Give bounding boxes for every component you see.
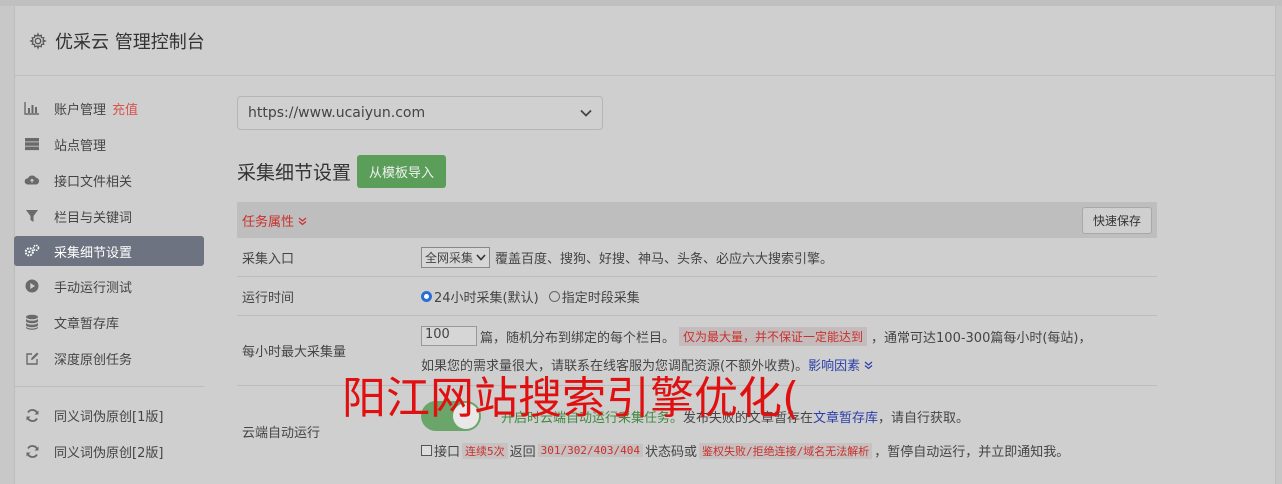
sidebar-item-label: 站点管理 bbox=[54, 138, 107, 154]
section-title: 采集细节设置 bbox=[237, 162, 352, 184]
sidebar-item-label: 手动运行测试 bbox=[54, 280, 133, 296]
chevron-double-down-icon bbox=[864, 361, 873, 370]
radio-24h[interactable] bbox=[421, 290, 432, 302]
table-row: 采集入口 全网采集 覆盖百度、搜狗、好搜、神马、头条、必应六大搜索引擎。 bbox=[237, 238, 1157, 277]
sidebar-item-collect-settings[interactable]: 采集细节设置 bbox=[14, 236, 204, 266]
sidebar-item-label: 文章暂存库 bbox=[54, 316, 120, 332]
table-header: 任务属性 快速保存 bbox=[237, 202, 1157, 238]
scrollbar[interactable] bbox=[1276, 6, 1282, 484]
row-value: 24小时采集(默认) 指定时段采集 bbox=[421, 277, 1157, 315]
cogs-icon bbox=[24, 243, 40, 259]
sidebar-item-manual-test[interactable]: 手动运行测试 bbox=[14, 268, 204, 304]
row-label: 运行时间 bbox=[242, 290, 295, 306]
gear-icon bbox=[29, 31, 47, 50]
max-desc-2: ，通常可达100-300篇每小时(每站)， bbox=[871, 330, 1092, 346]
chevron-down-icon bbox=[476, 253, 486, 261]
sidebar-item-synonym-v2[interactable]: 同义词伪原创[2版] bbox=[14, 433, 204, 469]
sidebar-item-deep-original[interactable]: 深度原创任务 bbox=[14, 340, 204, 376]
max-desc-1: 篇，随机分布到绑定的每个栏目。 bbox=[480, 330, 676, 346]
sidebar: 账户管理 充值 站点管理 接口文件相关 栏目与关键词 采集细节设置 手动运行测试 bbox=[14, 90, 204, 469]
interface-checkbox[interactable] bbox=[421, 445, 432, 456]
task-attributes-label: 任务属性 bbox=[242, 214, 295, 230]
import-template-button[interactable]: 从模板导入 bbox=[357, 155, 447, 188]
sidebar-item-label: 同义词伪原创[2版] bbox=[54, 445, 164, 461]
row-label: 采集入口 bbox=[242, 251, 295, 267]
radio-scheduled-label: 指定时段采集 bbox=[561, 290, 640, 306]
sidebar-item-label: 采集细节设置 bbox=[54, 245, 133, 261]
interface-checkbox-label: 接口 bbox=[434, 445, 461, 460]
cloud-icon bbox=[24, 172, 40, 188]
chevron-double-down-icon bbox=[298, 215, 307, 230]
sidebar-item-label: 接口文件相关 bbox=[54, 174, 133, 190]
overlay-watermark-text: 阳江网站搜索引擎优化( bbox=[342, 373, 800, 424]
influence-factors-label: 影响因素 bbox=[808, 359, 861, 374]
cloud-desc-5: ，暂停自动运行，并立即通知我。 bbox=[874, 445, 1070, 460]
influence-factors-link[interactable]: 影响因素 bbox=[808, 355, 873, 374]
sidebar-item-label: 深度原创任务 bbox=[54, 352, 133, 368]
page-title: 优采云 管理控制台 bbox=[55, 31, 205, 53]
cloud-desc-4: 状态码或 bbox=[645, 445, 698, 460]
article-store-link[interactable]: 文章暂存库 bbox=[813, 407, 878, 426]
radio-scheduled[interactable] bbox=[548, 290, 560, 302]
sidebar-item-sites[interactable]: 站点管理 bbox=[14, 126, 204, 162]
sidebar-item-article-store[interactable]: 文章暂存库 bbox=[14, 304, 204, 340]
sidebar-item-interface[interactable]: 接口文件相关 bbox=[14, 162, 204, 198]
section-header: 采集细节设置 从模板导入 bbox=[237, 155, 1157, 188]
sidebar-divider bbox=[14, 386, 204, 387]
row-value: 全网采集 覆盖百度、搜狗、好搜、神马、头条、必应六大搜索引擎。 bbox=[421, 238, 1157, 276]
recharge-link[interactable]: 充值 bbox=[112, 99, 138, 118]
max-warning-tag: 仅为最大量，并不保证一定能达到 bbox=[679, 326, 868, 346]
site-select-value: https://www.ucaiyun.com bbox=[248, 105, 426, 121]
max-per-hour-input[interactable]: 100 bbox=[421, 326, 477, 346]
table-row: 运行时间 24小时采集(默认) 指定时段采集 bbox=[237, 277, 1157, 316]
edit-icon bbox=[24, 350, 40, 366]
sidebar-item-account[interactable]: 账户管理 充值 bbox=[14, 90, 204, 126]
quick-save-button[interactable]: 快速保存 bbox=[1081, 206, 1152, 234]
sidebar-item-synonym-v1[interactable]: 同义词伪原创[1版] bbox=[14, 397, 204, 433]
code-tag: 鉴权失败/拒绝连接/域名无法解析 bbox=[699, 442, 873, 459]
sidebar-item-label: 账户管理 bbox=[54, 102, 107, 118]
task-attributes-toggle[interactable]: 任务属性 bbox=[242, 211, 307, 230]
play-icon bbox=[24, 278, 40, 294]
collect-entry-desc: 覆盖百度、搜狗、好搜、神马、头条、必应六大搜索引擎。 bbox=[495, 251, 834, 267]
refresh-icon bbox=[24, 443, 40, 459]
sidebar-item-label: 栏目与关键词 bbox=[54, 210, 133, 226]
database-icon bbox=[24, 314, 40, 330]
cloud-desc-2: ，请自行获取。 bbox=[878, 410, 970, 426]
radio-24h-label: 24小时采集(默认) bbox=[434, 290, 539, 306]
collect-entry-select[interactable]: 全网采集 bbox=[421, 246, 491, 268]
refresh-icon bbox=[24, 407, 40, 423]
settings-table: 任务属性 快速保存 采集入口 全网采集 覆盖百度、搜狗、好搜、神马、头条、必应六… bbox=[237, 202, 1157, 476]
bar-chart-icon bbox=[24, 100, 40, 116]
page-header: 优采云 管理控制台 bbox=[15, 6, 1275, 76]
cloud-desc-3: 返回 bbox=[509, 445, 536, 460]
filter-icon bbox=[24, 208, 40, 224]
site-select[interactable]: https://www.ucaiyun.com bbox=[237, 96, 603, 130]
server-icon bbox=[24, 136, 40, 152]
code-tag: 301/302/403/404 bbox=[537, 444, 643, 457]
code-tag: 连续5次 bbox=[462, 442, 508, 459]
chevron-down-icon bbox=[580, 105, 592, 121]
sidebar-item-label: 同义词伪原创[1版] bbox=[54, 409, 164, 425]
sidebar-item-columns[interactable]: 栏目与关键词 bbox=[14, 198, 204, 234]
collect-entry-value: 全网采集 bbox=[425, 250, 474, 265]
